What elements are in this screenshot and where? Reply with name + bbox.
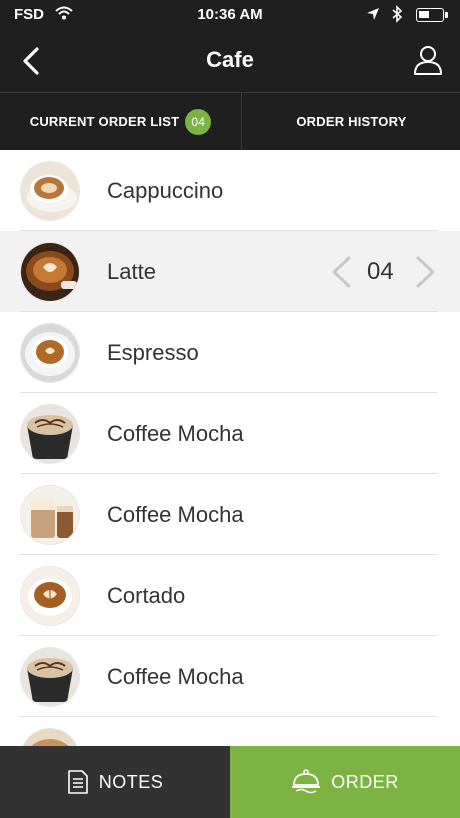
cloche-icon — [291, 768, 321, 796]
status-bar: FSD 10:36 AM — [0, 0, 460, 30]
notes-label: NOTES — [98, 771, 164, 792]
order-label: ORDER — [331, 771, 399, 792]
chevron-left-icon — [332, 256, 351, 288]
list-item[interactable]: Coffee Mocha — [0, 393, 460, 474]
chevron-right-icon — [416, 256, 435, 288]
mocha-photo — [21, 405, 79, 463]
order-count-badge: 04 — [185, 108, 212, 135]
list-item[interactable]: Coffee Mocha — [0, 636, 460, 717]
bluetooth-icon — [391, 5, 403, 28]
tab-current-label: CURRENT ORDER LIST — [29, 114, 180, 129]
list-item[interactable]: Cappuccino — [0, 150, 460, 231]
tab-history-label: ORDER HISTORY — [296, 114, 407, 129]
order-button[interactable]: ORDER — [230, 746, 460, 818]
menu-item-list[interactable]: Cappuccino Latte 04 Espresso Coffee Moch… — [0, 150, 460, 746]
list-item[interactable]: Coffee Mocha — [0, 474, 460, 555]
latte-photo — [21, 243, 79, 301]
coffee-photo — [21, 729, 79, 746]
item-name: Coffee Mocha — [107, 664, 244, 689]
item-name: Cappuccino — [107, 178, 224, 203]
footer-bar: NOTES ORDER — [0, 746, 460, 818]
notes-button[interactable]: NOTES — [0, 746, 230, 818]
espresso-photo — [21, 324, 79, 382]
list-item-partial[interactable] — [0, 717, 460, 746]
increase-quantity-button[interactable] — [414, 255, 438, 294]
item-name: Latte — [107, 259, 156, 284]
decrease-quantity-button[interactable] — [329, 255, 353, 294]
notes-icon — [67, 769, 89, 795]
tab-bar: CURRENT ORDER LIST 04 ORDER HISTORY — [0, 92, 460, 150]
tab-current-order-list[interactable]: CURRENT ORDER LIST 04 — [0, 93, 242, 150]
profile-button[interactable] — [410, 42, 446, 78]
iced-mocha-photo — [21, 486, 79, 544]
cappuccino-photo — [21, 162, 79, 220]
item-name: Espresso — [107, 340, 199, 365]
page-title: Cafe — [206, 47, 254, 72]
mocha-photo — [21, 648, 79, 706]
location-arrow-icon — [366, 7, 380, 26]
tab-order-history[interactable]: ORDER HISTORY — [243, 93, 460, 150]
user-profile-icon — [414, 46, 442, 75]
list-item[interactable]: Cortado — [0, 555, 460, 636]
item-name: Cortado — [107, 583, 186, 608]
quantity-value: 04 — [367, 258, 394, 285]
cortado-photo — [21, 567, 79, 625]
navigation-bar: Cafe — [0, 30, 460, 92]
battery-icon — [416, 8, 448, 22]
list-item-selected[interactable]: Latte 04 — [0, 231, 460, 312]
item-name: Coffee Mocha — [107, 421, 244, 446]
item-name: Coffee Mocha — [107, 502, 244, 527]
list-item[interactable]: Espresso — [0, 312, 460, 393]
